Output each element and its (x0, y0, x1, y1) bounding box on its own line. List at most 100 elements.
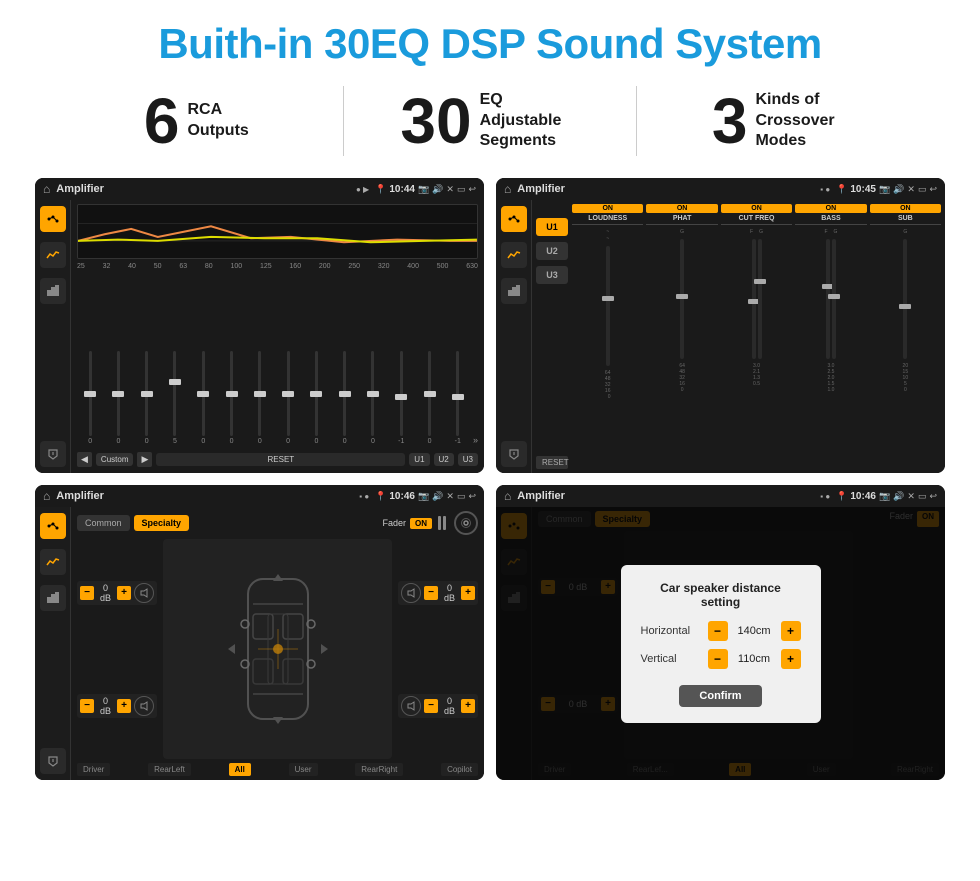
db-plus-2[interactable]: + (117, 699, 131, 713)
eq-slider-0[interactable]: 0 (77, 351, 103, 445)
amp-vol: 🔊 (893, 184, 904, 195)
vertical-minus-button[interactable]: − (708, 649, 728, 669)
driver-button[interactable]: Driver (77, 763, 110, 776)
db-minus-1[interactable]: − (80, 586, 94, 600)
amp-ch-on-loudness[interactable]: ON (572, 204, 643, 213)
eq-reset-button[interactable]: RESET (156, 453, 405, 466)
vertical-plus-button[interactable]: + (781, 649, 801, 669)
distance-screen: ⌂ Amplifier ▪ ● 📍 10:46 📷 🔊 ✕ ▭ ↩ (496, 485, 945, 780)
amp-sidebar-icon-4[interactable] (501, 441, 527, 467)
cross-sidebar-icon-2[interactable] (40, 549, 66, 575)
cross-left-controls: − 0 dB + − 0 dB + (77, 539, 157, 759)
eq-next-button[interactable]: ▶ (137, 452, 152, 467)
db-val-1: 0 dB (97, 583, 114, 603)
sub-slider[interactable] (903, 239, 907, 359)
page-title: Buith-in 30EQ DSP Sound System (30, 20, 950, 68)
eq-graph (77, 204, 478, 259)
copilot-button[interactable]: Copilot (441, 763, 478, 776)
eq-slider-1[interactable]: 0 (105, 351, 131, 445)
db-plus-3[interactable]: + (461, 586, 475, 600)
fader-bars (438, 516, 446, 530)
amp-ch-on-sub[interactable]: ON (870, 204, 941, 213)
amp-pin-icon: 📍 (836, 184, 847, 195)
bass-slider-f[interactable] (826, 239, 830, 359)
cutfreq-slider-g[interactable] (758, 239, 762, 359)
db-minus-2[interactable]: − (80, 699, 94, 713)
cross-right-controls: − 0 dB + − 0 dB + (398, 539, 478, 759)
vertical-value: 110cm (732, 653, 777, 665)
eq-custom-label: Custom (96, 453, 134, 466)
fader-on-button[interactable]: ON (410, 518, 432, 529)
db-minus-4[interactable]: − (424, 699, 438, 713)
eq-slider-6[interactable]: 0 (247, 351, 273, 445)
loudness-slider[interactable] (606, 246, 610, 366)
eq-slider-13[interactable]: -1 (445, 351, 471, 445)
horizontal-plus-button[interactable]: + (781, 621, 801, 641)
eq-u3-button[interactable]: U3 (458, 453, 478, 466)
cross-sidebar-icon-1[interactable] (40, 513, 66, 539)
horizontal-minus-button[interactable]: − (708, 621, 728, 641)
db-row-4: − 0 dB + (398, 694, 478, 718)
cross-sidebar-icon-4[interactable] (40, 748, 66, 774)
eq-app-name: Amplifier (56, 183, 350, 195)
amp-channel-sub: ON SUB G 20151050 (870, 204, 941, 469)
user-button[interactable]: User (289, 763, 318, 776)
cutfreq-slider-f[interactable] (752, 239, 756, 359)
amp-sidebar-icon-2[interactable] (501, 242, 527, 268)
eq-sidebar-icon-2[interactable] (40, 242, 66, 268)
amp-ch-on-bass[interactable]: ON (795, 204, 866, 213)
fader-label: Fader (382, 518, 406, 528)
eq-time: 10:44 (389, 184, 415, 195)
vertical-row: Vertical − 110cm + (641, 649, 801, 669)
amp-x: ✕ (907, 184, 915, 195)
dist-app-name: Amplifier (517, 490, 814, 502)
rear-left-button[interactable]: RearLeft (148, 763, 191, 776)
cross-sidebar-icon-3[interactable] (40, 585, 66, 611)
crossover-screen: ⌂ Amplifier ▪ ● 📍 10:46 📷 🔊 ✕ ▭ ↩ (35, 485, 484, 780)
cross-tab-common[interactable]: Common (77, 515, 130, 531)
eq-slider-2[interactable]: 0 (134, 351, 160, 445)
eq-sidebar-icon-1[interactable] (40, 206, 66, 232)
db-plus-4[interactable]: + (461, 699, 475, 713)
speaker-icon-4 (401, 696, 421, 716)
eq-slider-12[interactable]: 0 (416, 351, 442, 445)
eq-slider-11[interactable]: -1 (388, 351, 414, 445)
cross-bat: ▭ (457, 491, 466, 502)
eq-slider-8[interactable]: 0 (303, 351, 329, 445)
horizontal-control: − 140cm + (708, 621, 801, 641)
eq-u1-button[interactable]: U1 (409, 453, 429, 466)
eq-slider-5[interactable]: 0 (218, 351, 244, 445)
db-minus-3[interactable]: − (424, 586, 438, 600)
all-button[interactable]: All (229, 763, 251, 776)
confirm-button[interactable]: Confirm (679, 685, 761, 707)
eq-slider-4[interactable]: 0 (190, 351, 216, 445)
amp-ch-on-phat[interactable]: ON (646, 204, 717, 213)
screenshots-grid: ⌂ Amplifier ● ▶ 📍 10:44 📷 🔊 ✕ ▭ ↩ (30, 178, 950, 780)
amp-main-area: U1 U2 U3 RESET ON LOUDNESS ~~ (532, 200, 945, 473)
db-plus-1[interactable]: + (117, 586, 131, 600)
stat-label-rca: RCAOutputs (187, 100, 248, 142)
phat-slider[interactable] (680, 239, 684, 359)
cross-tab-specialty[interactable]: Specialty (134, 515, 190, 531)
eq-prev-button[interactable]: ◀ (77, 452, 92, 467)
amp-u2-button[interactable]: U2 (536, 242, 568, 260)
amp-u1-button[interactable]: U1 (536, 218, 568, 236)
back-icon: ↩ (468, 184, 476, 195)
settings-icon[interactable] (454, 511, 478, 535)
amp-reset-button[interactable]: RESET (536, 456, 568, 469)
eq-slider-9[interactable]: 0 (332, 351, 358, 445)
home-icon: ⌂ (43, 182, 50, 196)
amp-ch-on-cutfreq[interactable]: ON (721, 204, 792, 213)
eq-slider-10[interactable]: 0 (360, 351, 386, 445)
amp-sidebar-icon-3[interactable] (501, 278, 527, 304)
eq-sidebar-icon-3[interactable] (40, 278, 66, 304)
eq-u2-button[interactable]: U2 (434, 453, 454, 466)
eq-more-icon[interactable]: » (473, 435, 478, 445)
amp-sidebar-icon-1[interactable] (501, 206, 527, 232)
amp-u3-button[interactable]: U3 (536, 266, 568, 284)
eq-sidebar-icon-4[interactable] (40, 441, 66, 467)
eq-slider-7[interactable]: 0 (275, 351, 301, 445)
rear-right-button[interactable]: RearRight (355, 763, 403, 776)
eq-slider-3[interactable]: 5 (162, 351, 188, 445)
bass-slider-g[interactable] (832, 239, 836, 359)
